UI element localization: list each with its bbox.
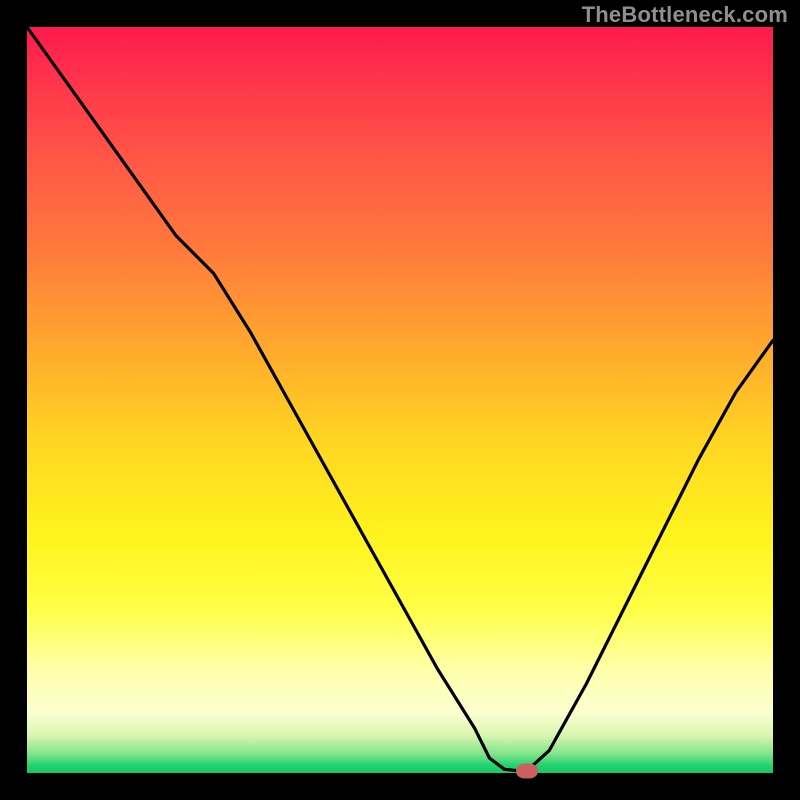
chart-plot-area: [27, 27, 773, 773]
bottleneck-curve: [27, 27, 773, 773]
watermark-text: TheBottleneck.com: [582, 2, 788, 28]
optimal-point-marker: [516, 763, 538, 778]
